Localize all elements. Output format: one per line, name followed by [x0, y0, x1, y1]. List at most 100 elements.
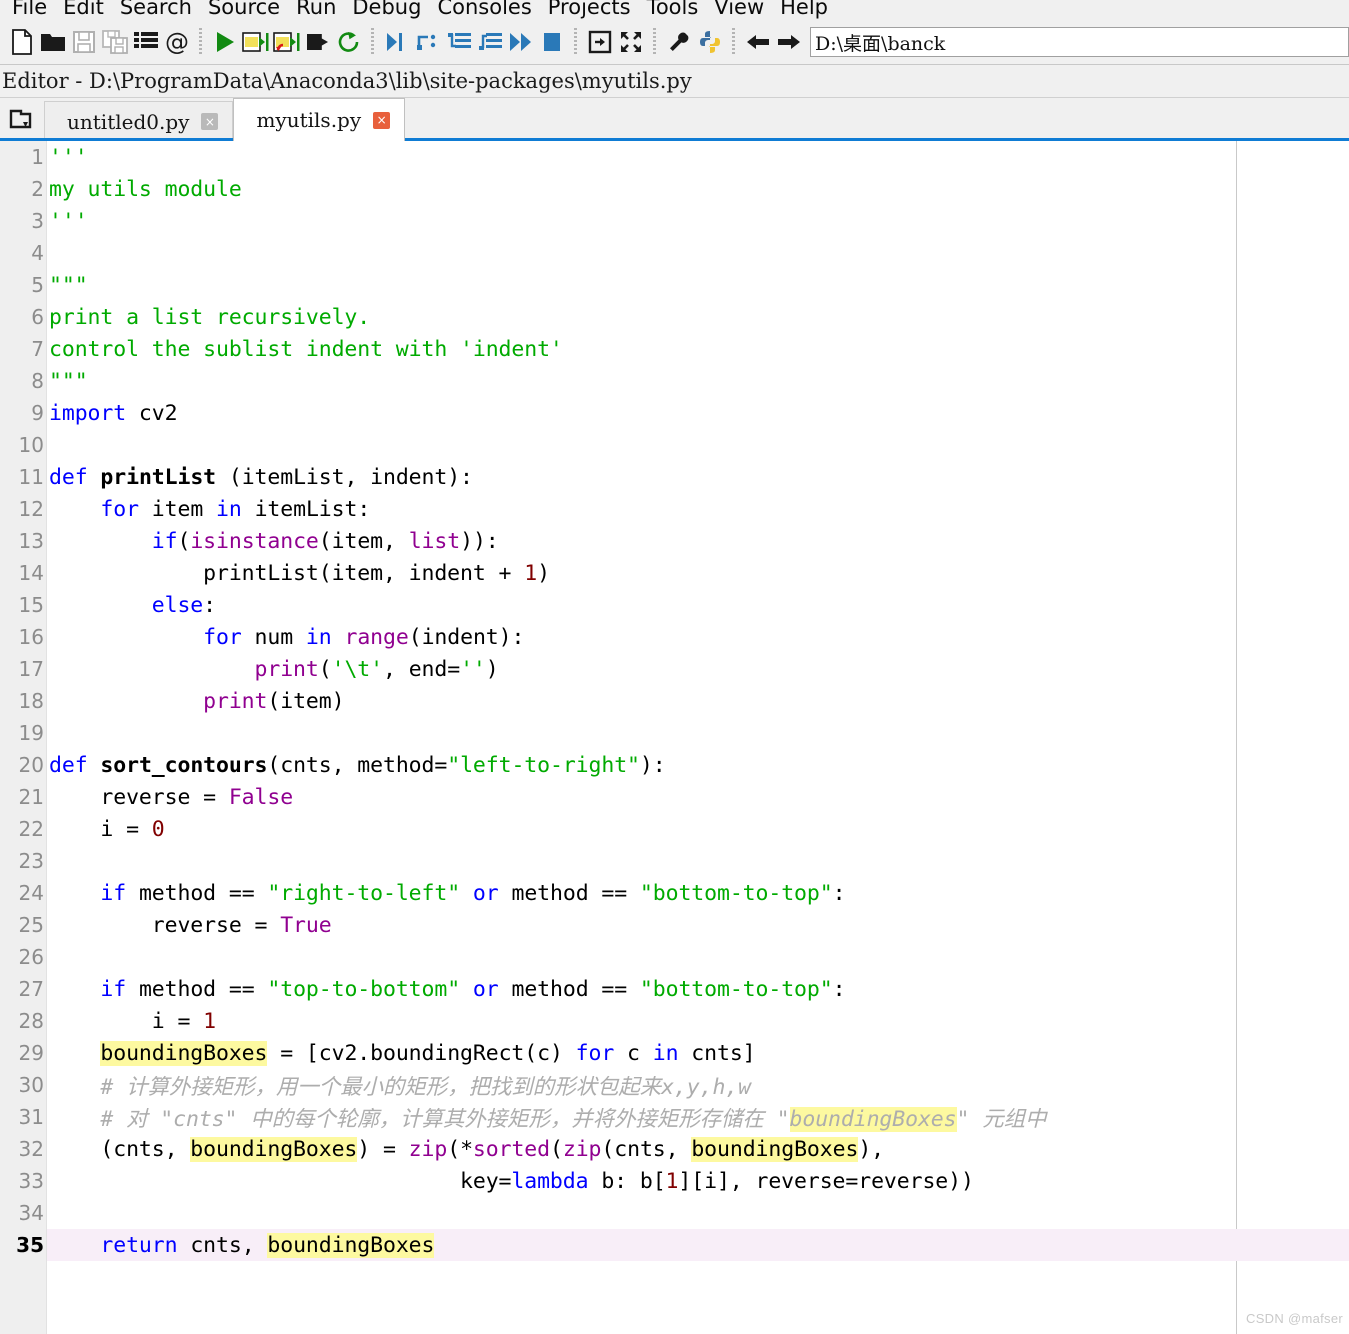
code-token: ][i], reverse=reverse))	[678, 1168, 974, 1194]
code-token: in	[216, 496, 242, 522]
code-line[interactable]: 9 import cv2	[0, 397, 1349, 429]
code-line[interactable]: 23	[0, 845, 1349, 877]
code-line[interactable]: 17 print('\t', end='')	[0, 653, 1349, 685]
menu-item-debug[interactable]: Debug	[344, 0, 429, 20]
maximize-pane-icon[interactable]	[584, 25, 615, 59]
close-icon[interactable]: ×	[373, 111, 391, 129]
code-line[interactable]: 18 print(item)	[0, 685, 1349, 717]
menu-item-run[interactable]: Run	[288, 0, 344, 20]
code-line[interactable]: 25 reverse = True	[0, 909, 1349, 941]
line-number: 24	[18, 881, 44, 905]
fullscreen-icon[interactable]	[615, 25, 646, 59]
code-tokens: # 计算外接矩形，用一个最小的矩形，把找到的形状包起来x,y,h,w	[49, 1070, 751, 1101]
code-line[interactable]: 12 for item in itemList:	[0, 493, 1349, 525]
code-line[interactable]: 15 else:	[0, 589, 1349, 621]
code-token: c	[614, 1040, 653, 1066]
run-cell-icon[interactable]	[240, 25, 271, 59]
working-directory-field[interactable]: D:\桌面\banck	[810, 27, 1349, 57]
code-line[interactable]: 28 i = 1	[0, 1005, 1349, 1037]
code-token: zip	[562, 1136, 602, 1162]
menu-item-tools[interactable]: Tools	[639, 0, 707, 20]
toolbar-separator	[574, 28, 577, 56]
code-line[interactable]: 7 control the sublist indent with 'indent…	[0, 333, 1349, 365]
back-icon[interactable]	[742, 25, 773, 59]
menu-item-view[interactable]: View	[706, 0, 772, 20]
toolbar-group-run	[209, 22, 364, 62]
preferences-icon[interactable]	[663, 25, 694, 59]
code-line[interactable]: 29 boundingBoxes = [cv2.boundingRect(c) …	[0, 1037, 1349, 1069]
code-line[interactable]: 35 return cnts, boundingBoxes	[0, 1229, 1349, 1261]
code-line[interactable]: 3 '''	[0, 205, 1349, 237]
close-icon[interactable]: ×	[201, 113, 219, 130]
step-over-icon[interactable]	[412, 25, 443, 59]
code-editor[interactable]: 1 ''' 2 my utils module 3 ''' 4 5 """ 6 print a li…	[0, 141, 1349, 1334]
code-line-text	[47, 717, 1349, 749]
open-file-icon[interactable]	[37, 25, 68, 59]
code-tokens: # 对 "cnts" 中的每个轮廓，计算其外接矩形，并将外接矩形存储在 "bou…	[49, 1102, 1046, 1133]
code-line[interactable]: 4	[0, 237, 1349, 269]
code-content[interactable]: 1 ''' 2 my utils module 3 ''' 4 5 """ 6 print a li…	[0, 141, 1349, 1334]
code-tokens: control the sublist indent with 'indent'	[49, 337, 563, 362]
menu-item-edit[interactable]: Edit	[55, 0, 112, 20]
run-selection-icon[interactable]	[302, 25, 333, 59]
save-all-icon[interactable]	[99, 25, 130, 59]
code-token: method ==	[126, 976, 268, 1002]
code-line[interactable]: 22 i = 0	[0, 813, 1349, 845]
run-icon[interactable]	[209, 25, 240, 59]
editor-tab-myutils-py[interactable]: myutils.py ×	[233, 98, 406, 141]
step-return-icon[interactable]	[474, 25, 505, 59]
menu-item-file[interactable]: File	[4, 0, 55, 20]
browse-tabs-icon[interactable]	[0, 98, 44, 141]
code-line[interactable]: 34	[0, 1197, 1349, 1229]
code-line[interactable]: 19	[0, 717, 1349, 749]
forward-icon[interactable]	[773, 25, 804, 59]
code-line[interactable]: 24 if method == "right-to-left" or metho…	[0, 877, 1349, 909]
code-token: print a list recursively.	[49, 304, 371, 330]
code-line[interactable]: 32 (cnts, boundingBoxes) = zip(*sorted(z…	[0, 1133, 1349, 1165]
debug-icon[interactable]	[381, 25, 412, 59]
pythonpath-icon[interactable]	[694, 25, 725, 59]
code-line[interactable]: 10	[0, 429, 1349, 461]
code-line[interactable]: 1 '''	[0, 141, 1349, 173]
menu-item-consoles[interactable]: Consoles	[429, 0, 539, 20]
list-icon[interactable]	[130, 25, 161, 59]
menu-item-source[interactable]: Source	[200, 0, 288, 20]
code-token: import	[49, 400, 127, 426]
run-cell-advance-icon[interactable]	[271, 25, 302, 59]
menu-item-search[interactable]: Search	[112, 0, 200, 20]
code-line[interactable]: 13 if(isinstance(item, list)):	[0, 525, 1349, 557]
code-line[interactable]: 31 # 对 "cnts" 中的每个轮廓，计算其外接矩形，并将外接矩形存储在 "…	[0, 1101, 1349, 1133]
step-into-icon[interactable]	[443, 25, 474, 59]
code-line-text: for item in itemList:	[47, 493, 1349, 525]
code-line-text: # 计算外接矩形，用一个最小的矩形，把找到的形状包起来x,y,h,w	[47, 1069, 1349, 1101]
code-line[interactable]: 30 # 计算外接矩形，用一个最小的矩形，把找到的形状包起来x,y,h,w	[0, 1069, 1349, 1101]
line-number: 14	[18, 561, 44, 585]
code-token: item	[138, 496, 217, 522]
code-line[interactable]: 6 print a list recursively.	[0, 301, 1349, 333]
menu-item-help[interactable]: Help	[772, 0, 836, 20]
at-icon[interactable]: @	[161, 25, 192, 59]
code-line[interactable]: 26	[0, 941, 1349, 973]
code-line[interactable]: 5 """	[0, 269, 1349, 301]
code-line-text	[47, 1197, 1349, 1229]
continue-icon[interactable]	[505, 25, 536, 59]
code-line[interactable]: 21 reverse = False	[0, 781, 1349, 813]
code-line[interactable]: 27 if method == "top-to-bottom" or metho…	[0, 973, 1349, 1005]
save-file-icon[interactable]	[68, 25, 99, 59]
code-line[interactable]: 33 key=lambda b: b[1][i], reverse=revers…	[0, 1165, 1349, 1197]
new-file-icon[interactable]	[6, 25, 37, 59]
rerun-icon[interactable]	[333, 25, 364, 59]
stop-icon[interactable]	[536, 25, 567, 59]
editor-tab-untitled0-py[interactable]: untitled0.py ×	[44, 101, 234, 141]
code-line[interactable]: 2 my utils module	[0, 173, 1349, 205]
code-line[interactable]: 20 def sort_contours(cnts, method="left-t…	[0, 749, 1349, 781]
code-line[interactable]: 11 def printList (itemList, indent):	[0, 461, 1349, 493]
code-line[interactable]: 16 for num in range(indent):	[0, 621, 1349, 653]
code-token: control the sublist indent with 'indent'	[49, 336, 563, 362]
menu-item-projects[interactable]: Projects	[540, 0, 639, 20]
code-line[interactable]: 14 printList(item, indent + 1)	[0, 557, 1349, 589]
line-number: 31	[18, 1105, 44, 1129]
code-line[interactable]: 8 """	[0, 365, 1349, 397]
